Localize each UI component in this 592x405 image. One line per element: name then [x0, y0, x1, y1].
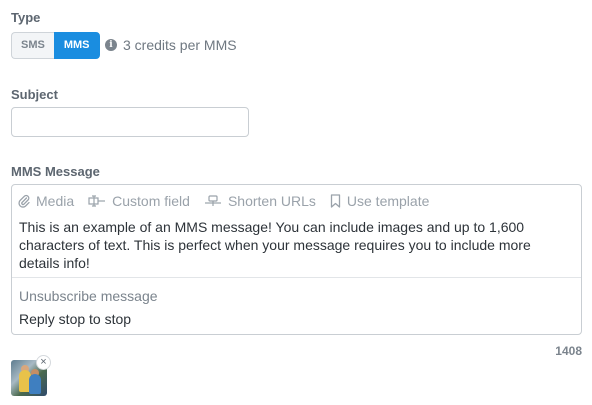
type-label: Type: [11, 10, 41, 25]
subject-input[interactable]: [11, 107, 249, 137]
custom-field-icon: [88, 195, 106, 207]
use-template-button[interactable]: Use template: [330, 193, 429, 209]
custom-field-button[interactable]: Custom field: [88, 193, 190, 209]
custom-field-label: Custom field: [112, 193, 190, 209]
credits-info: i 3 credits per MMS: [105, 37, 237, 53]
media-label: Media: [36, 193, 75, 209]
mms-message-label: MMS Message: [11, 164, 100, 179]
mms-option-button[interactable]: MMS: [53, 32, 100, 59]
message-editor[interactable]: Media Custom field Shorten URLs Use temp…: [11, 184, 582, 335]
shorten-urls-label: Shorten URLs: [227, 193, 316, 209]
info-icon: i: [105, 39, 117, 51]
paperclip-icon: [18, 194, 30, 208]
remove-attachment-close-icon[interactable]: ×: [36, 355, 51, 370]
unsubscribe-message-text[interactable]: Reply stop to stop: [19, 311, 131, 327]
character-count: 1408: [555, 344, 582, 358]
use-template-label: Use template: [346, 193, 430, 209]
editor-toolbar: Media Custom field Shorten URLs Use temp…: [18, 193, 443, 209]
editor-divider: [12, 277, 581, 278]
bookmark-icon: [330, 194, 341, 208]
sms-option-button[interactable]: SMS: [11, 32, 54, 59]
shorten-urls-button[interactable]: Shorten URLs: [204, 193, 316, 209]
unsubscribe-label: Unsubscribe message: [19, 288, 158, 304]
link-icon: [204, 195, 221, 206]
message-type-toggle[interactable]: SMS MMS: [11, 32, 100, 59]
media-button[interactable]: Media: [18, 193, 74, 209]
credits-text: 3 credits per MMS: [123, 37, 237, 53]
message-body-text[interactable]: This is an example of an MMS message! Yo…: [19, 218, 574, 272]
subject-label: Subject: [11, 87, 58, 102]
